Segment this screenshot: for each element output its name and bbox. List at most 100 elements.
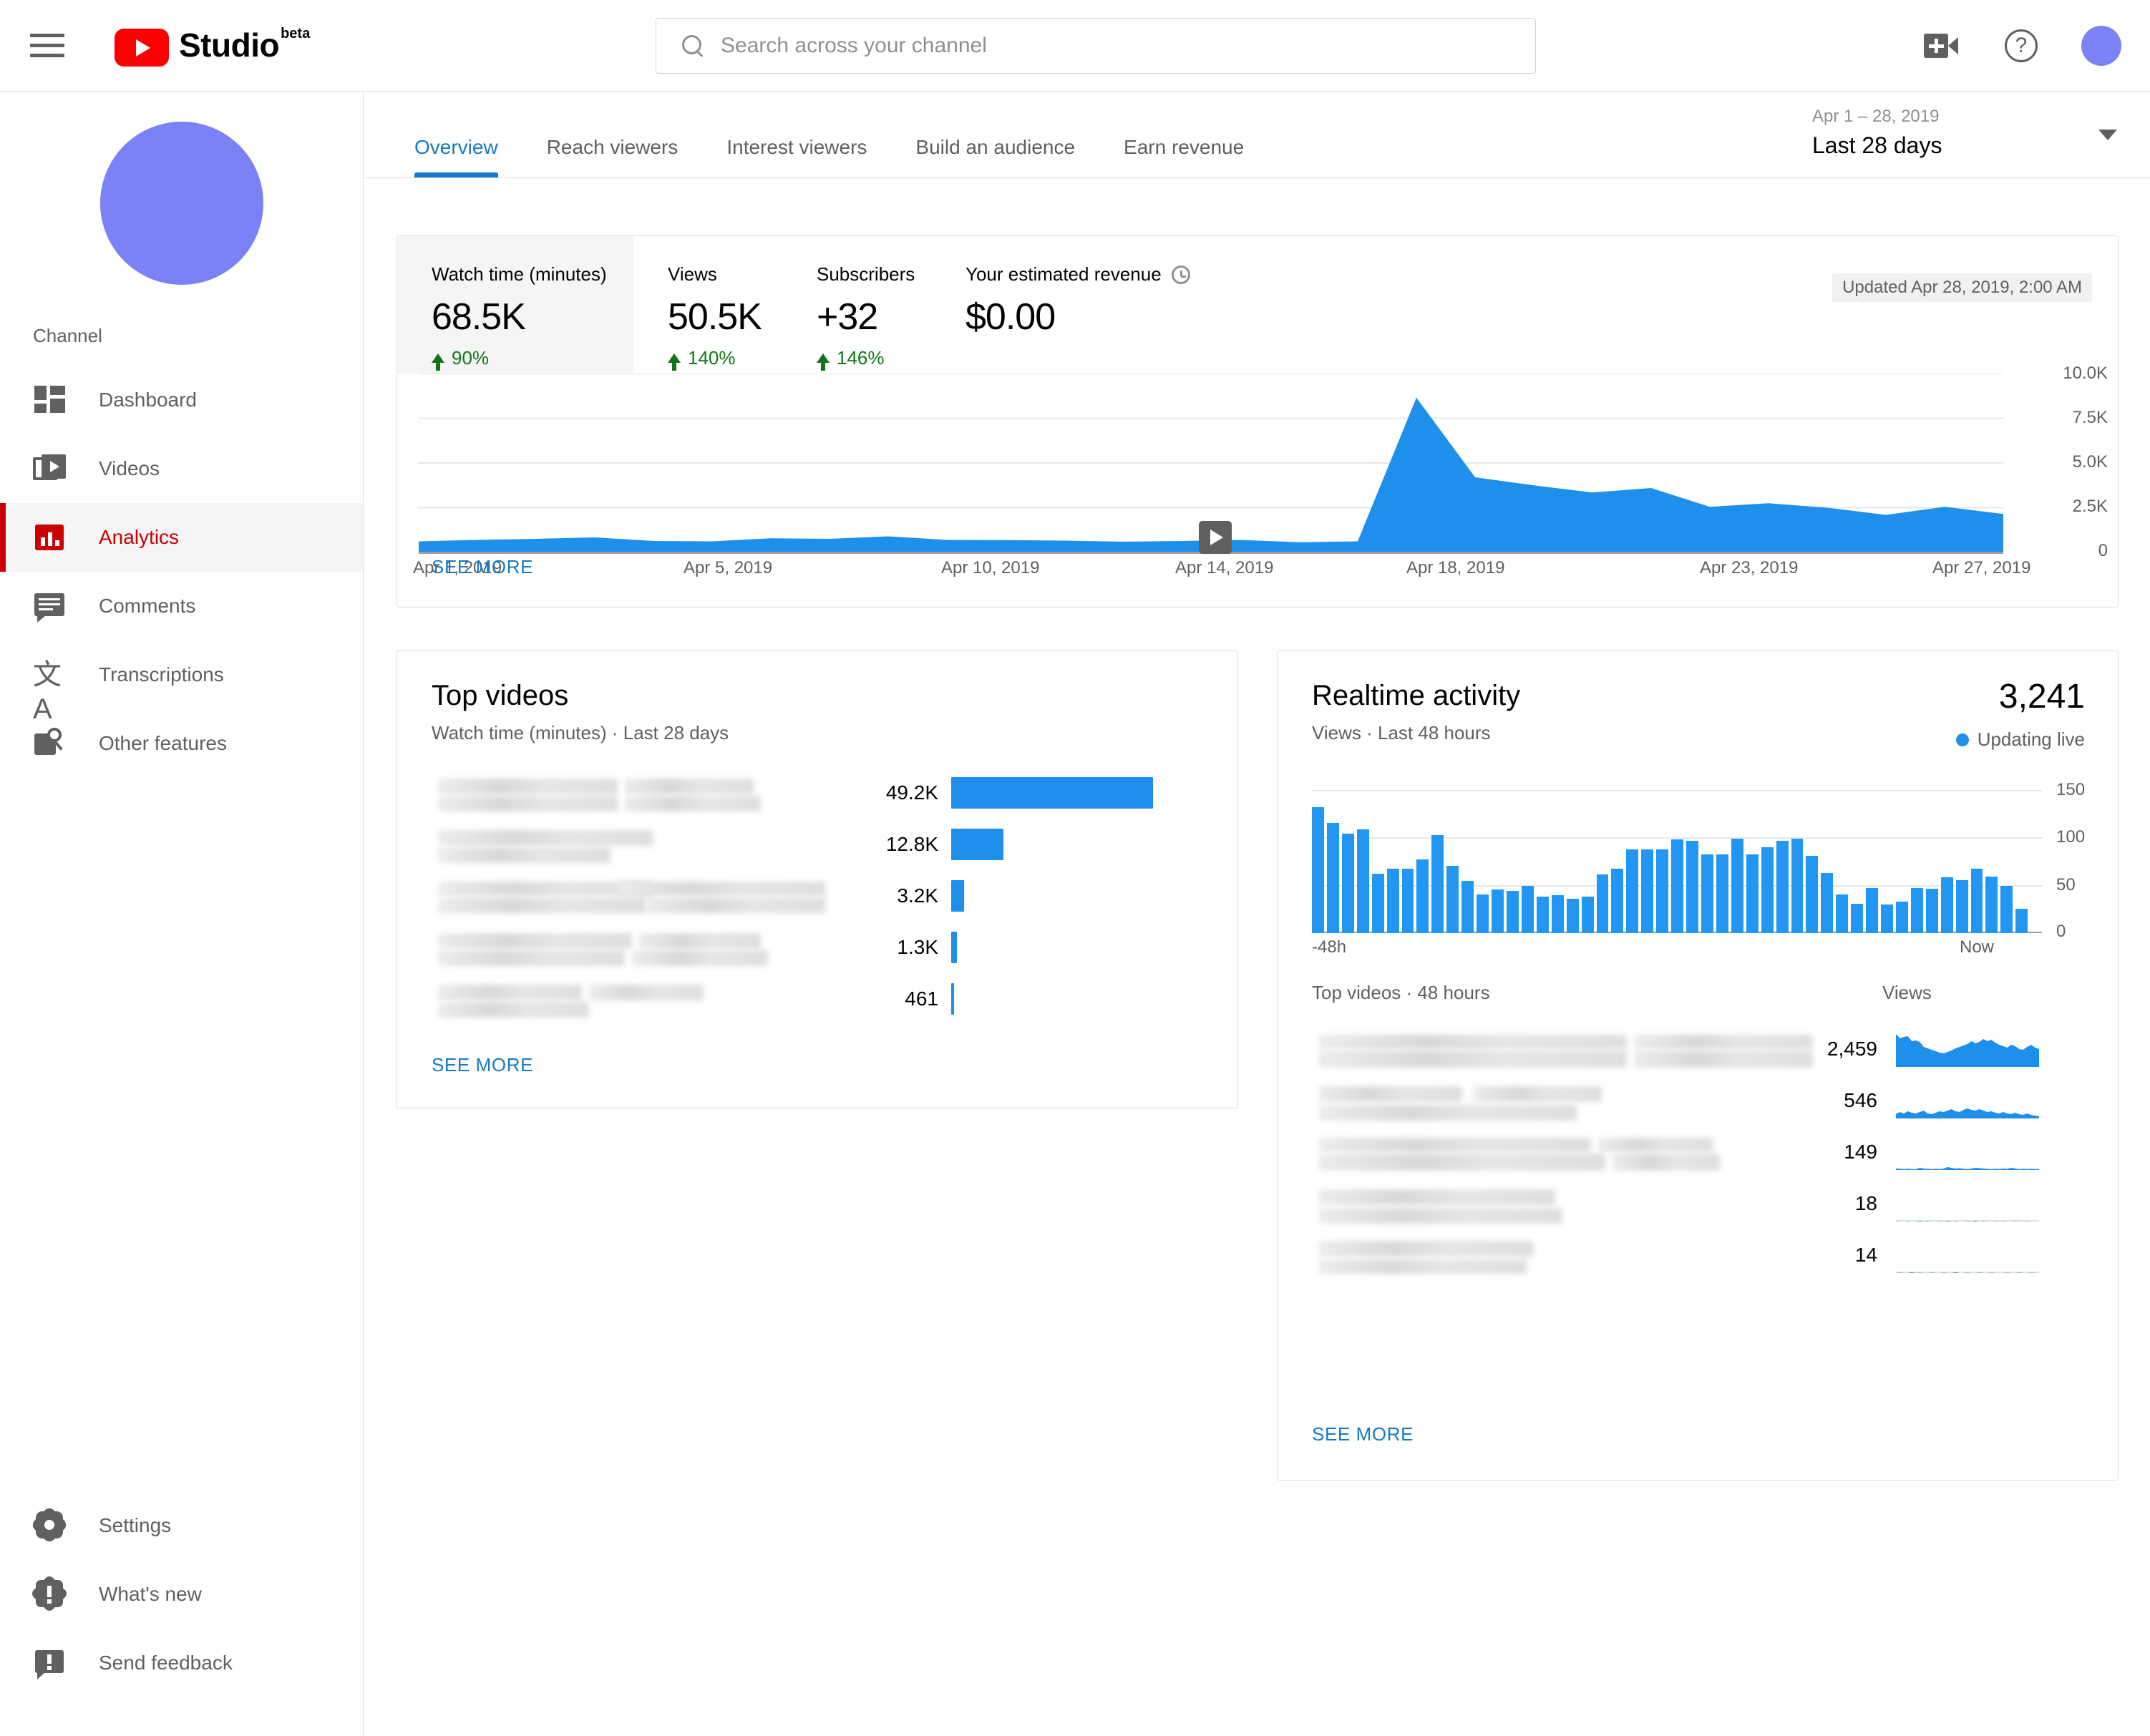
sidebar-item-transcriptions[interactable]: 文A Transcriptions: [0, 640, 363, 709]
redacted-text-block: [632, 950, 768, 966]
table-row[interactable]: 3.2K: [432, 870, 1209, 922]
realtime-x-tick: -48h: [1312, 937, 1346, 957]
account-avatar[interactable]: [2081, 26, 2121, 66]
realtime-bar: [2015, 909, 2028, 933]
realtime-bar: [1312, 807, 1324, 933]
realtime-bar: [1611, 869, 1623, 933]
watch-time-chart[interactable]: 10.0K 7.5K 5.0K 2.5K 0: [397, 374, 2118, 552]
realtime-count: 3,241: [1999, 677, 2085, 716]
search-box[interactable]: [656, 18, 1536, 74]
brand-name: Studio: [179, 24, 279, 66]
metric-views[interactable]: Views 50.5K 140%: [633, 236, 782, 374]
help-button[interactable]: ?: [2001, 26, 2041, 66]
table-row[interactable]: 18: [1312, 1178, 2089, 1229]
date-range-preset: Last 28 days: [1764, 132, 2121, 159]
question-mark-icon: ?: [2005, 29, 2038, 62]
video-title-redacted: [432, 933, 860, 962]
realtime-bar: [1641, 849, 1653, 933]
watch-time-bar: [951, 777, 1153, 809]
redacted-text-block: [439, 985, 582, 1000]
hamburger-icon[interactable]: [30, 29, 64, 63]
sidebar-section-label: Channel: [33, 325, 363, 347]
redacted-text-block: [1612, 1154, 1720, 1171]
realtime-x-tick: Now: [1960, 937, 1994, 957]
redacted-text-block: [439, 1002, 589, 1018]
sidebar-bottom-nav: Settings What's new Send feedback: [0, 1491, 363, 1697]
realtime-bar: [1537, 897, 1549, 933]
sidebar-item-label: Settings: [99, 1514, 171, 1537]
sidebar-item-settings[interactable]: Settings: [0, 1491, 363, 1560]
table-row[interactable]: 49.2K: [432, 767, 1209, 819]
redacted-text-block: [439, 796, 618, 811]
feedback-icon: [33, 1646, 67, 1680]
channel-avatar[interactable]: [100, 122, 263, 285]
arrow-up-icon: [668, 353, 681, 363]
metric-subscribers[interactable]: Subscribers +32 146%: [782, 236, 931, 374]
y-tick-label: 2.5K: [2073, 497, 2108, 517]
table-row[interactable]: 149: [1312, 1126, 2089, 1178]
views-value: 546: [1770, 1089, 1877, 1112]
realtime-title: Realtime activity: [1278, 651, 2118, 712]
date-range-selector[interactable]: Apr 1 – 28, 2019 Last 28 days: [1764, 107, 2121, 159]
realtime-bar: [1926, 889, 1938, 933]
table-row[interactable]: 461: [432, 973, 1209, 1025]
arrow-up-icon: [817, 353, 830, 363]
redacted-text-block: [1319, 1189, 1555, 1205]
top-videos-title: Top videos: [397, 651, 1237, 712]
realtime-bar: [1731, 839, 1743, 933]
tab-build-an-audience[interactable]: Build an audience: [891, 136, 1099, 177]
chart-x-axis: Apr 1, 2019 Apr 5, 2019 Apr 10, 2019 Apr…: [397, 558, 2118, 587]
top-bar: Studio beta ?: [0, 0, 2150, 92]
metric-estimated-revenue[interactable]: Your estimated revenue $0.00: [931, 236, 1190, 374]
overview-see-more-link[interactable]: SEE MORE: [432, 556, 533, 578]
chevron-down-icon[interactable]: [2098, 130, 2117, 140]
top-videos-see-more-link[interactable]: SEE MORE: [432, 1054, 533, 1076]
redacted-text-block: [1319, 1138, 1591, 1152]
realtime-y-tick: 150: [2056, 780, 2085, 800]
watch-time-bar: [951, 829, 1003, 860]
play-icon[interactable]: [1199, 521, 1232, 554]
tab-reach-viewers[interactable]: Reach viewers: [522, 136, 703, 177]
table-row[interactable]: 12.8K: [432, 819, 1209, 870]
sidebar-item-dashboard[interactable]: Dashboard: [0, 366, 363, 434]
realtime-bar: [1836, 894, 1848, 933]
sidebar-item-label: Send feedback: [99, 1652, 233, 1674]
search-input[interactable]: [721, 34, 1436, 58]
tab-earn-revenue[interactable]: Earn revenue: [1099, 136, 1268, 177]
realtime-bar: [1461, 881, 1474, 933]
table-row[interactable]: 2,459: [1312, 1023, 2089, 1075]
realtime-bar-chart[interactable]: 150 100 50 0 -48h Now: [1312, 790, 2042, 955]
sidebar-item-label: Transcriptions: [99, 663, 224, 686]
redacted-text-block: [1319, 1259, 1527, 1274]
metric-watch-time[interactable]: Watch time (minutes) 68.5K 90%: [397, 236, 633, 374]
redacted-text-block: [1598, 1138, 1713, 1152]
realtime-live-label: Updating live: [1978, 728, 2085, 751]
sidebar-item-whats-new[interactable]: What's new: [0, 1560, 363, 1629]
tab-interest-viewers[interactable]: Interest viewers: [702, 136, 891, 177]
redacted-text-block: [439, 830, 653, 846]
sidebar-item-videos[interactable]: Videos: [0, 434, 363, 503]
tab-overview[interactable]: Overview: [404, 136, 522, 177]
redacted-text-block: [1634, 1050, 1813, 1068]
redacted-text-block: [439, 950, 625, 966]
table-row[interactable]: 1.3K: [432, 922, 1209, 973]
sidebar-item-other-features[interactable]: Other features: [0, 709, 363, 778]
create-video-button[interactable]: [1921, 26, 1961, 66]
metric-label-text: Your estimated revenue: [965, 263, 1162, 286]
comments-icon: [33, 589, 67, 623]
realtime-y-tick: 0: [2056, 922, 2066, 942]
brand-logo[interactable]: Studio beta: [115, 24, 310, 67]
realtime-see-more-link[interactable]: SEE MORE: [1312, 1423, 1414, 1445]
metric-label: Watch time (minutes): [432, 263, 633, 286]
search-container: [656, 18, 1536, 74]
realtime-bar: [1671, 839, 1683, 933]
redacted-text-block: [1319, 1035, 1627, 1049]
views-sparkline: [1896, 1134, 2039, 1170]
table-row[interactable]: 14: [1312, 1229, 2089, 1281]
realtime-bar: [1387, 869, 1399, 933]
realtime-bar: [1791, 839, 1804, 933]
sidebar-item-comments[interactable]: Comments: [0, 572, 363, 640]
table-row[interactable]: 546: [1312, 1075, 2089, 1126]
sidebar-item-send-feedback[interactable]: Send feedback: [0, 1629, 363, 1697]
sidebar-item-analytics[interactable]: Analytics: [0, 503, 363, 572]
